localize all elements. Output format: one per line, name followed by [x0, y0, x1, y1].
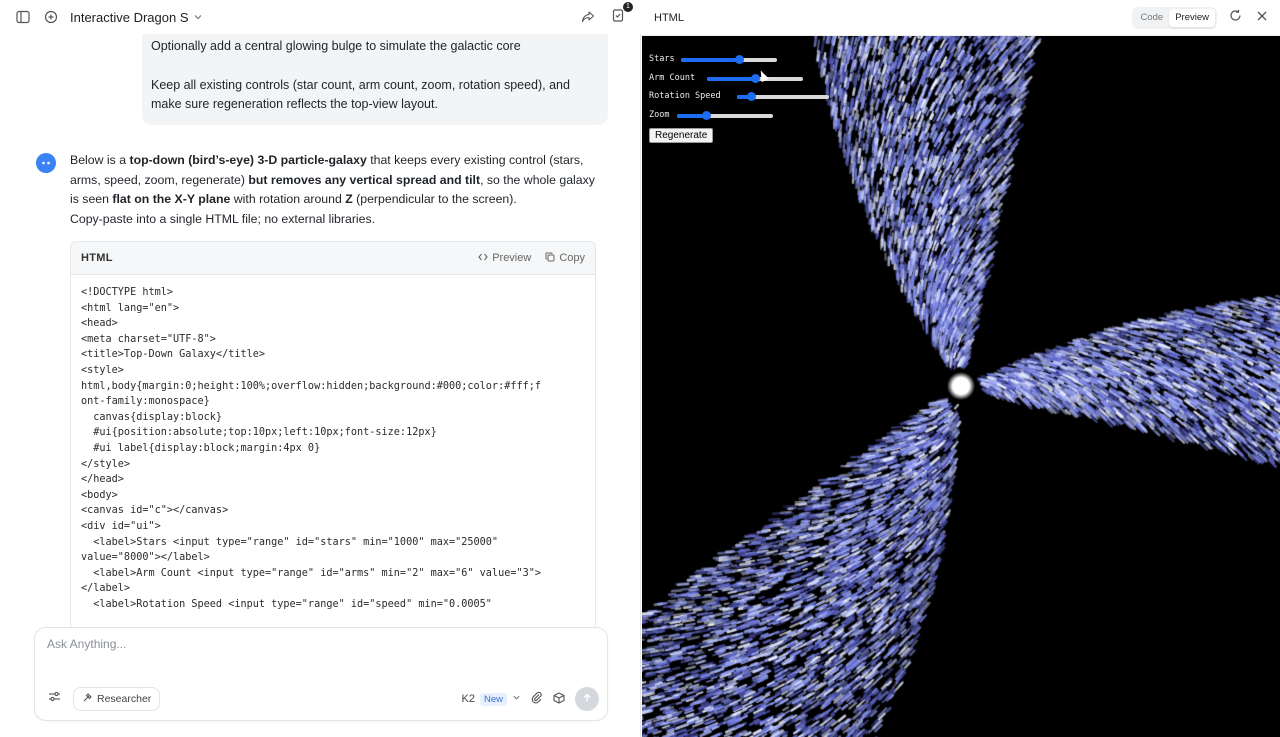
view-toggle: Code Preview [1132, 6, 1217, 29]
slider-thumb[interactable] [701, 110, 711, 120]
refresh-icon[interactable] [1229, 9, 1242, 27]
code-line: <canvas id="c"></canvas> [81, 505, 229, 517]
tab-code[interactable]: Code [1134, 9, 1169, 27]
new-chat-icon[interactable] [40, 6, 62, 28]
code-line: ont-family:monospace} [81, 396, 210, 408]
control-row: Stars [649, 50, 777, 69]
assistant-paragraph: Copy-paste into a single HTML file; no e… [70, 211, 376, 226]
chat-input[interactable] [47, 637, 587, 651]
code-preview-button[interactable]: Preview [478, 252, 531, 265]
code-line: value="8000"></label> [81, 552, 210, 564]
cube-icon[interactable] [553, 691, 565, 707]
assistant-paragraph: Below is a top-down (bird’s-eye) 3-D par… [70, 153, 595, 207]
range-slider[interactable] [677, 110, 773, 120]
code-line: <!DOCTYPE html> [81, 287, 174, 298]
preview-title: HTML [654, 11, 684, 24]
range-slider[interactable] [681, 55, 777, 64]
slider-fill [681, 58, 739, 62]
chevron-down-icon [193, 10, 203, 25]
researcher-button[interactable]: Researcher [73, 687, 161, 711]
code-copy-button[interactable]: Copy [545, 252, 585, 265]
code-line: #ui{position:absolute;top:10px;left:10px… [81, 427, 437, 439]
control-row: Rotation Speed [649, 87, 829, 106]
code-line: <div id="ui"> [81, 520, 161, 532]
code-line: <meta charset="UTF-8"> [81, 333, 216, 345]
code-line: <head> [81, 318, 118, 330]
send-button[interactable] [575, 687, 599, 711]
control-row: Zoom [649, 106, 773, 125]
chevron-down-icon [512, 693, 521, 705]
range-slider[interactable] [707, 73, 803, 83]
clipboard-check-icon [611, 8, 625, 27]
share-icon[interactable] [577, 6, 599, 28]
code-line: </head> [81, 474, 124, 486]
control-row: Arm Count [649, 69, 803, 88]
control-label: Stars [649, 54, 675, 65]
code-line: <label>Arm Count <input type="range" id=… [81, 567, 542, 579]
new-badge: New [479, 692, 507, 706]
sidebar-toggle-icon[interactable] [12, 6, 34, 28]
regenerate-button[interactable]: Regenerate [649, 128, 714, 143]
tools-button[interactable] [45, 690, 63, 708]
user-message: Optionally add a central glowing bulge t… [142, 34, 608, 125]
code-line: </style> [81, 458, 131, 470]
copy-icon [545, 252, 555, 265]
code-line: canvas{display:block} [81, 411, 223, 423]
tab-preview[interactable]: Preview [1169, 8, 1215, 27]
close-icon[interactable] [1256, 9, 1268, 27]
code-brackets-icon [478, 252, 488, 265]
chat-title-dropdown[interactable]: Interactive Dragon S [70, 10, 203, 25]
chat-pane: Interactive Dragon S 1 Optionally add a … [0, 0, 641, 737]
galaxy-canvas[interactable] [642, 36, 1280, 737]
user-message-line: Optionally add a central glowing bulge t… [151, 39, 521, 53]
code-line: <label>Stars <input type="range" id="sta… [81, 536, 499, 548]
model-name: K2 [461, 693, 475, 705]
sliders-icon [48, 690, 61, 708]
code-line: <body> [81, 489, 118, 501]
galaxy-controls: Stars Arm Count Rotation Speed Zoom Regenera… [649, 50, 829, 143]
code-block-header: HTML Preview Copy [71, 242, 595, 275]
code-line: <style> [81, 364, 124, 376]
code-language: HTML [81, 252, 113, 264]
control-label: Rotation Speed [649, 91, 721, 102]
chat-topbar: Interactive Dragon S 1 [0, 0, 641, 34]
code-line: #ui label{display:block;margin:4px 0} [81, 442, 321, 454]
assistant-message: Below is a top-down (bird’s-eye) 3-D par… [70, 151, 600, 229]
composer: Researcher K2 New [34, 627, 608, 721]
control-label: Arm Count [649, 72, 696, 83]
code-line: <label>Rotation Speed <input type="range… [81, 598, 492, 610]
slider-thumb[interactable] [734, 55, 744, 64]
code-content: <!DOCTYPE html> <html lang="en"> <head> <me… [71, 275, 595, 622]
paperclip-icon[interactable] [531, 691, 543, 707]
galaxy-preview[interactable]: Stars Arm Count Rotation Speed Zoom Regenera… [642, 36, 1280, 737]
researcher-icon [82, 692, 93, 706]
chat-scroll-area[interactable]: Optionally add a central glowing bulge t… [0, 34, 641, 629]
slider-thumb[interactable] [746, 92, 756, 101]
user-message-line: Keep all existing controls (star count, … [151, 77, 570, 112]
tasks-button[interactable]: 1 [607, 2, 633, 28]
code-line: <title>Top-Down Galaxy</title> [81, 349, 266, 361]
notification-badge: 1 [623, 2, 633, 12]
chat-title: Interactive Dragon S [70, 9, 189, 25]
control-label: Zoom [649, 109, 670, 120]
app-window: Interactive Dragon S 1 Optionally add a … [0, 0, 1280, 737]
preview-header: HTML Code Preview [642, 0, 1280, 36]
preview-pane: HTML Code Preview Stars Arm Count Rotation… [642, 0, 1280, 737]
code-line: html,body{margin:0;height:100%;overflow:… [81, 380, 542, 392]
range-slider[interactable] [737, 92, 829, 101]
code-line: </label> [81, 583, 131, 595]
arrow-up-icon [582, 693, 592, 706]
model-selector[interactable]: K2 New [461, 692, 521, 706]
code-line: <html lang="en"> [81, 302, 180, 314]
assistant-avatar [36, 153, 56, 173]
code-block: HTML Preview Copy <!DOCTYPE html> <html … [70, 241, 596, 629]
slider-fill [707, 76, 755, 81]
